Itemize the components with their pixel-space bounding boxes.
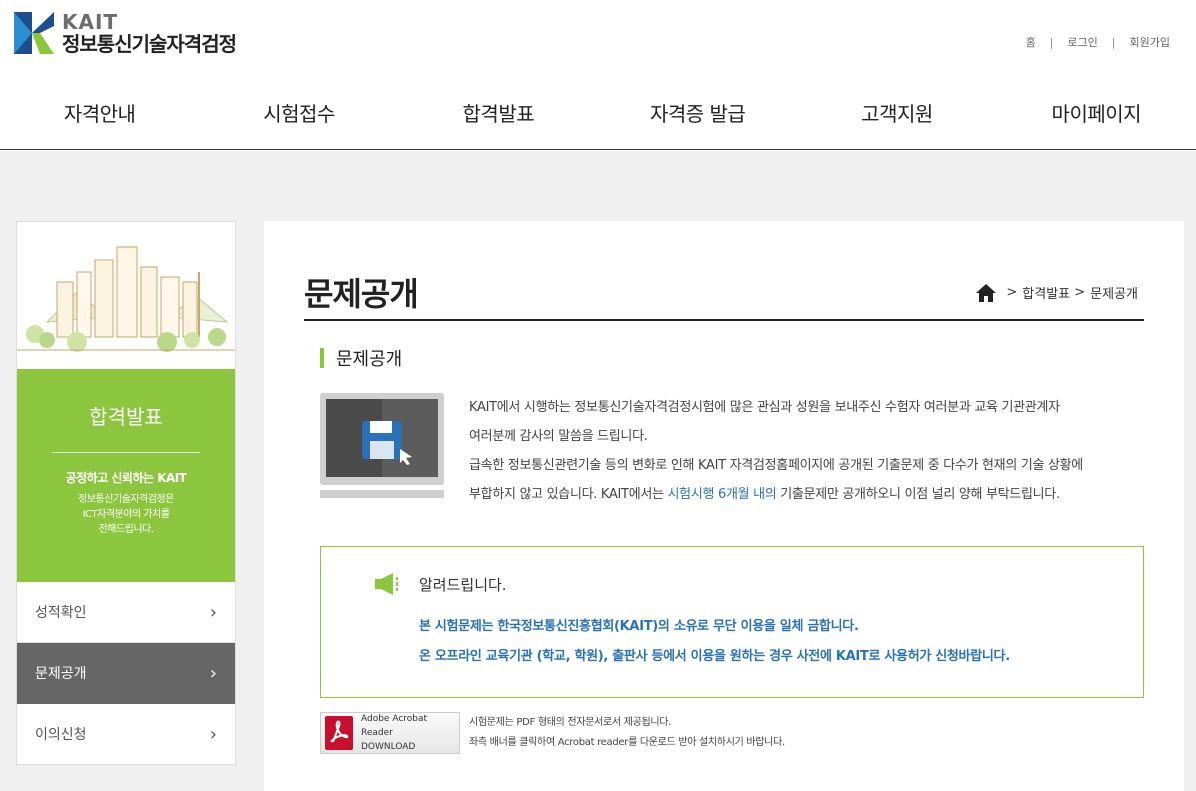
notice-line: 본 시험문제는 한국정보통신진흥협회(KAIT)의 소유로 무단 이용을 일체 … xyxy=(419,619,859,634)
intro-highlight: 시험시행 6개월 내의 xyxy=(667,487,777,502)
sidebar-banner: 합격발표 공정하고 신뢰하는 KAIT 정보통신기술자격검정은 ICT자격분야의… xyxy=(17,369,235,582)
breadcrumb-item[interactable]: 합격발표 xyxy=(1022,283,1070,302)
divider xyxy=(304,319,1144,321)
divider: | xyxy=(1049,35,1054,49)
sidebar-item-question-release[interactable]: 문제공개 › xyxy=(17,643,235,704)
sidebar-item-label: 문제공개 xyxy=(35,666,87,682)
sidebar-item-label: 이의신청 xyxy=(35,727,87,743)
chevron-right-icon: › xyxy=(209,601,217,623)
intro-text: KAIT에서 시행하는 정보통신기술자격검정시험에 많은 관심과 성원을 보내주… xyxy=(469,393,1159,509)
city-illustration xyxy=(17,222,235,369)
intro-text-part: 기출문제만 공개하오니 이점 널리 양해 부탁드립니다. xyxy=(776,487,1060,502)
notice-header: 알려드립니다. xyxy=(375,573,507,595)
sidebar-item-objection[interactable]: 이의신청 › xyxy=(17,704,235,765)
acrobat-note: 시험문제는 PDF 형태의 전자문서로서 제공됩니다. 좌측 배너를 클릭하여 … xyxy=(469,713,785,753)
acrobat-download-button[interactable]: Adobe Acrobat Reader DOWNLOAD xyxy=(320,712,460,754)
nav-certificate-issue[interactable]: 자격증 발급 xyxy=(598,98,797,127)
intro-line: KAIT에서 시행하는 정보통신기술자격검정시험에 많은 관심과 성원을 보내주… xyxy=(469,400,1060,415)
notice-line: 온 오프라인 교육기관 (학교, 학원), 출판사 등에서 이용을 원하는 경우… xyxy=(419,649,1010,664)
section-title: 문제공개 xyxy=(320,345,402,371)
notice-title: 알려드립니다. xyxy=(419,575,507,594)
sidebar: 합격발표 공정하고 신뢰하는 KAIT 정보통신기술자격검정은 ICT자격분야의… xyxy=(16,221,236,765)
section-marker xyxy=(320,348,324,368)
divider: | xyxy=(1111,35,1116,49)
breadcrumb-item-current: 문제공개 xyxy=(1090,287,1138,302)
nav-qualification-info[interactable]: 자격안내 xyxy=(0,98,199,127)
breadcrumb-separator: > xyxy=(1006,285,1018,300)
main-content: 문제공개 > 합격발표 > 문제공개 문제공개 KAIT에서 시행하는 정보통신… xyxy=(264,221,1184,791)
intro-line: 여러분께 감사의 말씀을 드립니다. xyxy=(469,429,648,444)
nav-exam-registration[interactable]: 시험접수 xyxy=(199,98,398,127)
breadcrumb: > 합격발표 > 문제공개 xyxy=(976,283,1138,302)
megaphone-icon xyxy=(375,573,398,595)
city-skyline-image xyxy=(17,246,235,352)
main-nav: 자격안내 시험접수 합격발표 자격증 발급 고객지원 마이페이지 xyxy=(0,98,1196,127)
intro-text-part: 부합하지 않고 있습니다. KAIT에서는 xyxy=(469,487,668,502)
sidebar-desc-line: 전해드립니다. xyxy=(98,524,154,535)
intro-line: 부합하지 않고 있습니다. KAIT에서는 시험시행 6개월 내의 기출문제만 … xyxy=(469,480,1159,509)
chevron-right-icon: › xyxy=(209,723,217,745)
sidebar-desc-line: ICT자격분야의 가치를 xyxy=(82,509,170,520)
sidebar-slogan: 공정하고 신뢰하는 KAIT xyxy=(65,471,187,485)
kait-logo-icon xyxy=(14,12,54,54)
nav-mypage[interactable]: 마이페이지 xyxy=(997,98,1196,127)
intro-line: 급속한 정보통신관련기술 등의 변화로 인해 KAIT 자격검정홈페이지에 공개… xyxy=(469,458,1083,473)
acrobat-label: Adobe Acrobat Reader xyxy=(361,714,428,738)
acrobat-note-line: 시험문제는 PDF 형태의 전자문서로서 제공됩니다. xyxy=(469,717,672,728)
logo-en-text: KAIT xyxy=(62,10,119,34)
divider xyxy=(52,452,200,453)
acrobat-logo-icon xyxy=(325,716,353,750)
nav-results[interactable]: 합격발표 xyxy=(399,98,598,127)
home-link[interactable]: 홈 xyxy=(1026,34,1036,50)
acrobat-sublabel: DOWNLOAD xyxy=(361,742,416,752)
sidebar-desc-line: 정보통신기술자격검정은 xyxy=(78,494,174,505)
login-link[interactable]: 로그인 xyxy=(1067,34,1097,50)
sidebar-item-score-check[interactable]: 성적확인 › xyxy=(17,582,235,643)
home-icon[interactable] xyxy=(976,283,997,302)
breadcrumb-separator: > xyxy=(1070,285,1086,300)
acrobat-note-line: 좌측 배너를 클릭하여 Acrobat reader를 다운로드 받아 설치하시… xyxy=(469,737,785,748)
utility-nav: 홈 | 로그인 | 회원가입 xyxy=(1026,34,1170,50)
logo-ko-text: 정보통신기술자격검정 xyxy=(62,32,237,56)
sidebar-item-label: 성적확인 xyxy=(35,605,87,621)
page-title: 문제공개 xyxy=(304,275,419,313)
sidebar-menu: 성적확인 › 문제공개 › 이의신청 › xyxy=(17,582,235,765)
nav-customer-support[interactable]: 고객지원 xyxy=(797,98,996,127)
chevron-right-icon: › xyxy=(209,662,217,684)
section-title-text: 문제공개 xyxy=(336,349,403,370)
notice-box: 알려드립니다. 본 시험문제는 한국정보통신진흥협회(KAIT)의 소유로 무단… xyxy=(320,546,1144,698)
monitor-save-icon xyxy=(320,393,444,498)
sidebar-title: 합격발표 xyxy=(89,405,163,429)
sidebar-description: 정보통신기술자격검정은 ICT자격분야의 가치를 전해드립니다. xyxy=(17,492,235,537)
site-header: KAIT 정보통신기술자격검정 홈 | 로그인 | 회원가입 자격안내 시험접수… xyxy=(0,0,1196,150)
signup-link[interactable]: 회원가입 xyxy=(1130,34,1170,50)
site-logo[interactable]: KAIT 정보통신기술자격검정 xyxy=(14,10,237,56)
